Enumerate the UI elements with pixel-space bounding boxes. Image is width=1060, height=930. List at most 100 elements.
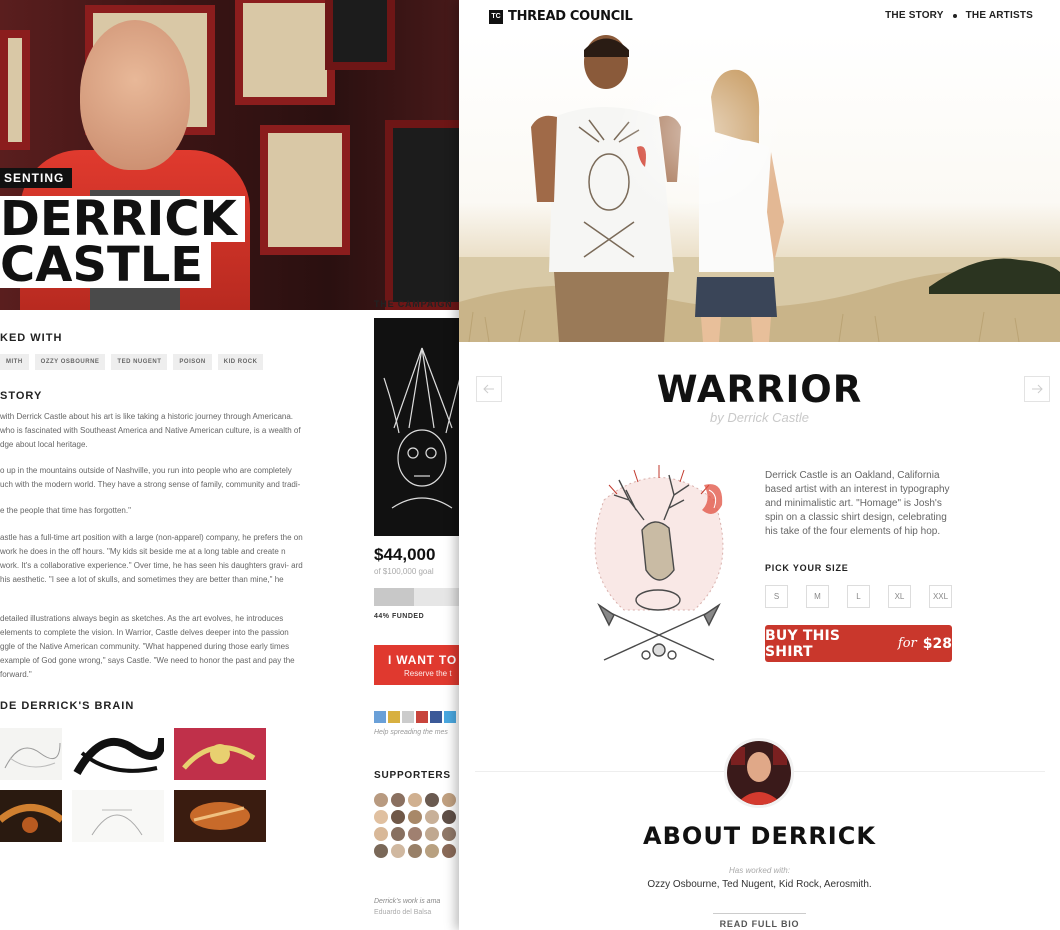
amount-raised: $44,000 <box>374 545 436 564</box>
tag[interactable]: OZZY OSBOURNE <box>34 354 106 370</box>
sketch-thumbnail[interactable] <box>72 790 164 842</box>
story-paragraph: detailed illustrations always begin as s… <box>0 614 295 679</box>
supporter-avatar[interactable] <box>442 793 456 807</box>
nav-the-story[interactable]: THE STORY <box>885 10 943 21</box>
wall-frame <box>235 0 335 105</box>
supporter-quote-author: Eduardo del Balsa <box>374 909 432 916</box>
facebook-icon[interactable] <box>430 711 442 723</box>
supporter-avatar[interactable] <box>391 793 405 807</box>
supporters-heading: SUPPORTERS <box>374 770 451 781</box>
pick-size-label: PICK YOUR SIZE <box>765 563 849 573</box>
supporter-avatar[interactable] <box>374 810 388 824</box>
supporter-avatar[interactable] <box>442 810 456 824</box>
sketch-thumbnail[interactable] <box>0 728 62 780</box>
sketch-thumbnail[interactable] <box>0 790 62 842</box>
size-option-xxl[interactable]: XXL <box>929 585 952 608</box>
logo-mark: TC <box>489 9 503 24</box>
size-option-l[interactable]: L <box>847 585 870 608</box>
supporter-avatar[interactable] <box>391 810 405 824</box>
story-paragraph: with Derrick Castle about his art is lik… <box>0 412 301 449</box>
twitter-icon[interactable] <box>444 711 456 723</box>
product-page: TC THREAD COUNCIL THE STORY THE ARTISTS <box>459 0 1060 930</box>
lifestyle-photo <box>459 32 1060 342</box>
supporters-grid <box>374 793 470 858</box>
wall-frame <box>260 125 350 255</box>
supporter-avatar[interactable] <box>425 844 439 858</box>
has-worked-label: Has worked with: <box>729 866 790 875</box>
wall-frame <box>385 120 470 310</box>
supporter-avatar[interactable] <box>442 827 456 841</box>
supporter-quote: Derrick's work is ama <box>374 898 441 905</box>
artist-name-line: CASTLE <box>0 241 212 289</box>
sketch-thumbnail[interactable] <box>174 790 266 842</box>
share-icon[interactable] <box>388 711 400 723</box>
nav-separator-dot <box>952 13 957 18</box>
buy-for-text: for <box>897 636 917 651</box>
worked-with-tags: MITH OZZY OSBOURNE TED NUGENT POISON KID… <box>0 354 264 370</box>
story-paragraph: o up in the mountains outside of Nashvil… <box>0 466 301 489</box>
artist-byline[interactable]: by Derrick Castle <box>459 410 1060 425</box>
top-navigation: TC THREAD COUNCIL THE STORY THE ARTISTS <box>459 0 1060 32</box>
supporter-avatar[interactable] <box>442 844 456 858</box>
product-description: Derrick Castle is an Oakland, California… <box>765 470 950 537</box>
campaign-goal: of $100,000 goal <box>374 567 434 576</box>
supporter-avatar[interactable] <box>374 793 388 807</box>
size-option-m[interactable]: M <box>806 585 829 608</box>
worked-with-heading: KED WITH <box>0 332 63 344</box>
brand-name: THREAD COUNCIL <box>508 9 633 24</box>
tag[interactable]: POISON <box>173 354 212 370</box>
story-paragraph: e the people that time has forgotten." <box>0 506 131 515</box>
share-icons <box>374 711 456 723</box>
tag[interactable]: KID ROCK <box>217 354 264 370</box>
worked-with-list: Ozzy Osbourne, Ted Nugent, Kid Rock, Aer… <box>647 879 872 890</box>
buy-label: BUY THIS SHIRT <box>765 627 841 660</box>
presenting-label: SENTING <box>0 168 73 188</box>
brand-logo[interactable]: TC THREAD COUNCIL <box>489 9 633 24</box>
share-icon[interactable] <box>402 711 414 723</box>
wall-frame <box>325 0 395 70</box>
brain-heading: DE DERRICK'S BRAIN <box>0 700 135 712</box>
supporter-avatar[interactable] <box>408 827 422 841</box>
supporter-avatar[interactable] <box>408 793 422 807</box>
nav-links: THE STORY THE ARTISTS <box>885 10 1033 21</box>
size-selector: S M L XL XXL <box>765 585 952 608</box>
story-heading: STORY <box>0 390 43 402</box>
want-it-label: I WANT TO <box>388 653 457 667</box>
pinterest-icon[interactable] <box>416 711 428 723</box>
want-it-button[interactable]: I WANT TO Reserve the t <box>374 645 470 685</box>
read-full-bio-link[interactable]: READ FULL BIO <box>713 913 806 929</box>
funded-percent: 44% FUNDED <box>374 613 425 620</box>
size-option-s[interactable]: S <box>765 585 788 608</box>
supporter-avatar[interactable] <box>408 844 422 858</box>
buy-price: $28 <box>922 635 952 652</box>
about-heading: ABOUT DERRICK <box>643 822 876 850</box>
sketch-gallery <box>0 728 266 842</box>
supporter-avatar[interactable] <box>374 844 388 858</box>
supporter-avatar[interactable] <box>374 827 388 841</box>
story-paragraph: astle has a full-time art position with … <box>0 533 303 584</box>
sketch-thumbnail[interactable] <box>72 728 164 780</box>
supporter-avatar[interactable] <box>425 810 439 824</box>
share-icon[interactable] <box>374 711 386 723</box>
campaign-label: THE CAMPAIGN <box>374 299 453 309</box>
tag[interactable]: MITH <box>0 354 29 370</box>
funding-progress-bar <box>374 588 464 606</box>
supporter-avatar[interactable] <box>425 827 439 841</box>
buy-shirt-button[interactable]: BUY THIS SHIRT for $28 <box>765 625 952 662</box>
tag[interactable]: TED NUGENT <box>111 354 168 370</box>
campaign-artwork <box>374 318 470 536</box>
size-option-xl[interactable]: XL <box>888 585 911 608</box>
sketch-thumbnail[interactable] <box>174 728 266 780</box>
nav-the-artists[interactable]: THE ARTISTS <box>966 10 1033 21</box>
artist-hero: SENTING DERRICK CASTLE <box>0 0 470 310</box>
artist-name-line: DERRICK <box>0 195 245 243</box>
supporter-avatar[interactable] <box>425 793 439 807</box>
artist-avatar <box>724 738 794 808</box>
share-help-text: Help spreading the mes <box>374 729 448 736</box>
campaign-page: SENTING DERRICK CASTLE KED WITH MITH OZZ… <box>0 0 470 930</box>
shirt-design-image <box>594 465 724 661</box>
supporter-avatar[interactable] <box>408 810 422 824</box>
supporter-avatar[interactable] <box>391 844 405 858</box>
product-title: WARRIOR <box>656 368 863 411</box>
supporter-avatar[interactable] <box>391 827 405 841</box>
